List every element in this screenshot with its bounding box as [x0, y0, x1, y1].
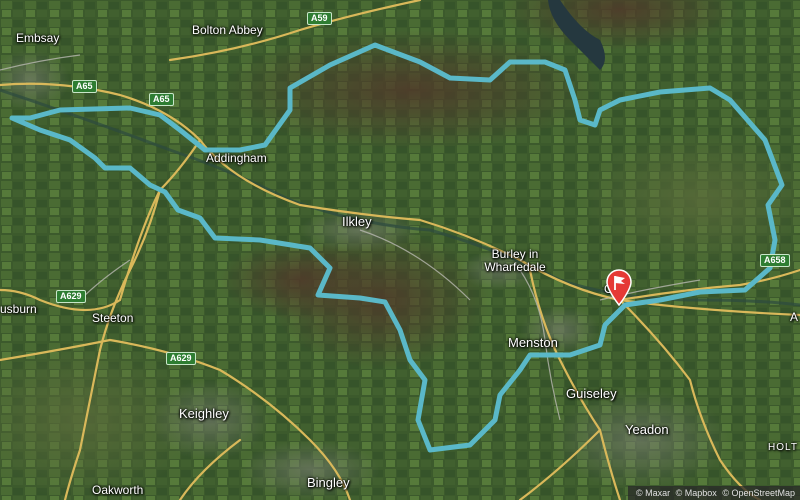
place-keighley: Keighley [179, 406, 229, 421]
place-edge-a: A [790, 310, 799, 324]
place-bolton-abbey: Bolton Abbey [192, 23, 263, 37]
map-attribution: © Maxar © Mapbox © OpenStreetMap [628, 486, 800, 500]
place-bingley: Bingley [307, 475, 350, 490]
satellite-imagery [0, 0, 800, 500]
place-burley-in-wharfedale: Burley in Wharfedale [475, 248, 555, 274]
place-ilkley: Ilkley [342, 214, 372, 229]
place-embsay: Embsay [16, 31, 60, 45]
place-addingham: Addingham [206, 151, 267, 165]
place-oakworth: Oakworth [92, 483, 144, 497]
flag-marker-icon[interactable] [604, 268, 634, 306]
attribution-mapbox[interactable]: © Mapbox [676, 488, 717, 498]
place-cusburn: usburn [0, 302, 37, 316]
attribution-osm[interactable]: © OpenStreetMap [722, 488, 795, 498]
place-yeadon: Yeadon [625, 422, 669, 437]
map-view[interactable]: Embsay Bolton Abbey Addingham Ilkley Bur… [0, 0, 800, 500]
road-shield-a65: A65 [72, 80, 97, 93]
place-steeton: Steeton [92, 311, 134, 325]
place-guiseley: Guiseley [566, 386, 617, 401]
road-shield-a658: A658 [760, 254, 790, 267]
road-shield-a65: A65 [149, 93, 174, 106]
place-holt: HOLT [768, 442, 798, 453]
road-shield-a59: A59 [307, 12, 332, 25]
road-shield-a629: A629 [166, 352, 196, 365]
place-burley-line2: Wharfedale [484, 260, 546, 274]
place-menston: Menston [508, 335, 558, 350]
road-shield-a629: A629 [56, 290, 86, 303]
attribution-maxar[interactable]: © Maxar [636, 488, 670, 498]
